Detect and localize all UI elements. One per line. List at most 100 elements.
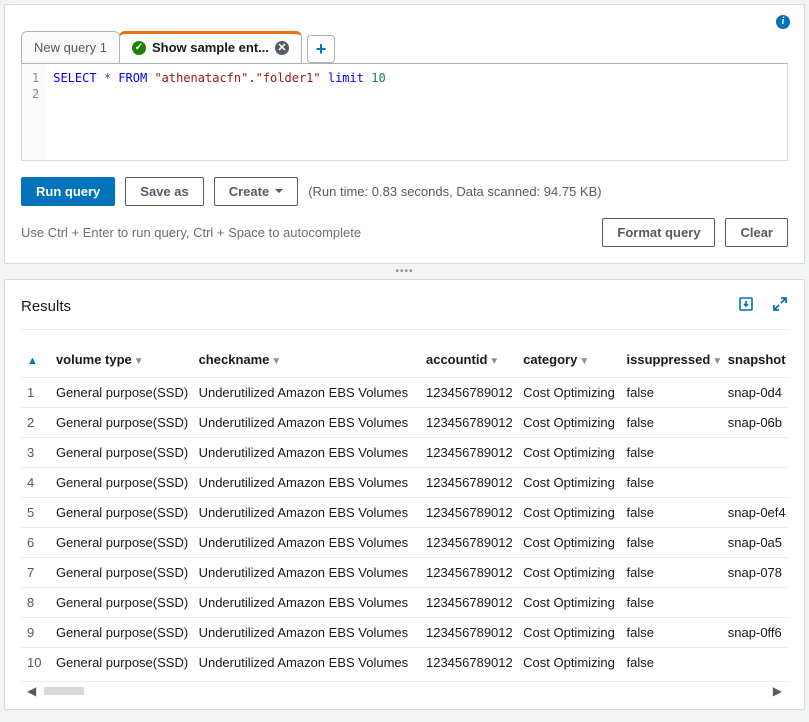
run-info-text: (Run time: 0.83 seconds, Data scanned: 9… [308,184,601,199]
cell-volume-type: General purpose(SSD) [50,378,193,408]
results-title: Results [21,298,71,315]
tab-label: Show sample ent... [152,40,269,55]
cell-accountid: 123456789012 [420,468,517,498]
clear-button[interactable]: Clear [725,218,788,247]
cell-volume-type: General purpose(SSD) [50,498,193,528]
cell-accountid: 123456789012 [420,378,517,408]
table-header-row: ▲ volume type▼ checkname▼ accountid▼ cat… [21,344,788,378]
cell-issuppressed: false [621,438,722,468]
panel-splitter[interactable]: •••• [4,264,805,279]
scroll-thumb[interactable] [44,687,84,695]
table-row[interactable]: 4General purpose(SSD)Underutilized Amazo… [21,468,788,498]
cell-checkname: Underutilized Amazon EBS Volumes [193,438,420,468]
cell-issuppressed: false [621,618,722,648]
cell-accountid: 123456789012 [420,528,517,558]
table-row[interactable]: 5General purpose(SSD)Underutilized Amazo… [21,498,788,528]
horizontal-scrollbar[interactable]: ◀ ▶ [21,681,788,699]
cell-snapshot [722,438,788,468]
cell-snapshot: snap-0d4 [722,378,788,408]
add-tab-button[interactable]: + [307,35,335,63]
cell-checkname: Underutilized Amazon EBS Volumes [193,468,420,498]
cell-snapshot [722,588,788,618]
cell-issuppressed: false [621,408,722,438]
row-number: 4 [21,468,50,498]
cell-issuppressed: false [621,528,722,558]
cell-accountid: 123456789012 [420,648,517,678]
cell-checkname: Underutilized Amazon EBS Volumes [193,528,420,558]
cell-category: Cost Optimizing [517,588,620,618]
scroll-left-icon[interactable]: ◀ [23,684,40,698]
check-icon: ✓ [132,41,146,55]
cell-issuppressed: false [621,498,722,528]
scroll-right-icon[interactable]: ▶ [769,684,786,698]
cell-volume-type: General purpose(SSD) [50,618,193,648]
row-number: 6 [21,528,50,558]
cell-category: Cost Optimizing [517,408,620,438]
cell-accountid: 123456789012 [420,408,517,438]
info-icon[interactable]: i [776,15,790,29]
row-number: 9 [21,618,50,648]
col-accountid[interactable]: accountid▼ [420,344,517,378]
sql-editor[interactable]: 1 2 SELECT * FROM "athenatacfn"."folder1… [21,63,788,161]
format-query-button[interactable]: Format query [602,218,715,247]
col-category[interactable]: category▼ [517,344,620,378]
query-tabs: New query 1 ✓ Show sample ent... ✕ + [21,31,788,63]
editor-actions: Run query Save as Create (Run time: 0.83… [21,177,788,206]
table-row[interactable]: 3General purpose(SSD)Underutilized Amazo… [21,438,788,468]
col-sort-indicator[interactable]: ▲ [21,344,50,378]
table-row[interactable]: 9General purpose(SSD)Underutilized Amazo… [21,618,788,648]
col-volume-type[interactable]: volume type▼ [50,344,193,378]
keyboard-hint: Use Ctrl + Enter to run query, Ctrl + Sp… [21,225,361,240]
col-checkname[interactable]: checkname▼ [193,344,420,378]
cell-snapshot: snap-0ff6 [722,618,788,648]
cell-snapshot [722,648,788,678]
create-button[interactable]: Create [214,177,298,206]
table-row[interactable]: 1General purpose(SSD)Underutilized Amazo… [21,378,788,408]
results-table: ▲ volume type▼ checkname▼ accountid▼ cat… [21,344,788,677]
col-snapshot[interactable]: snapshot [722,344,788,378]
cell-category: Cost Optimizing [517,528,620,558]
editor-gutter: 1 2 [22,64,45,160]
row-number: 10 [21,648,50,678]
table-row[interactable]: 7General purpose(SSD)Underutilized Amazo… [21,558,788,588]
cell-accountid: 123456789012 [420,438,517,468]
cell-checkname: Underutilized Amazon EBS Volumes [193,498,420,528]
cell-checkname: Underutilized Amazon EBS Volumes [193,408,420,438]
results-panel: Results ▲ volume type▼ checkname▼ accoun… [4,279,805,710]
row-number: 8 [21,588,50,618]
cell-snapshot: snap-06b [722,408,788,438]
cell-volume-type: General purpose(SSD) [50,558,193,588]
expand-icon[interactable] [772,296,788,317]
table-row[interactable]: 8General purpose(SSD)Underutilized Amazo… [21,588,788,618]
results-table-container: ▲ volume type▼ checkname▼ accountid▼ cat… [21,344,788,699]
save-as-button[interactable]: Save as [125,177,203,206]
table-row[interactable]: 6General purpose(SSD)Underutilized Amazo… [21,528,788,558]
cell-checkname: Underutilized Amazon EBS Volumes [193,558,420,588]
cell-category: Cost Optimizing [517,378,620,408]
row-number: 2 [21,408,50,438]
cell-category: Cost Optimizing [517,498,620,528]
tab-new-query-1[interactable]: New query 1 [21,31,120,63]
cell-category: Cost Optimizing [517,648,620,678]
query-editor-panel: i New query 1 ✓ Show sample ent... ✕ + 1… [4,4,805,264]
cell-category: Cost Optimizing [517,438,620,468]
cell-snapshot: snap-0a5 [722,528,788,558]
col-issuppressed[interactable]: issuppressed▼ [621,344,722,378]
cell-issuppressed: false [621,468,722,498]
table-row[interactable]: 2General purpose(SSD)Underutilized Amazo… [21,408,788,438]
close-icon[interactable]: ✕ [275,41,289,55]
tab-show-sample[interactable]: ✓ Show sample ent... ✕ [119,31,302,63]
cell-snapshot: snap-0ef4 [722,498,788,528]
run-query-button[interactable]: Run query [21,177,115,206]
cell-snapshot [722,468,788,498]
cell-volume-type: General purpose(SSD) [50,588,193,618]
download-icon[interactable] [738,296,754,317]
cell-volume-type: General purpose(SSD) [50,528,193,558]
cell-checkname: Underutilized Amazon EBS Volumes [193,618,420,648]
editor-code[interactable]: SELECT * FROM "athenatacfn"."folder1" li… [45,64,393,160]
cell-checkname: Underutilized Amazon EBS Volumes [193,378,420,408]
cell-accountid: 123456789012 [420,618,517,648]
cell-accountid: 123456789012 [420,558,517,588]
cell-checkname: Underutilized Amazon EBS Volumes [193,588,420,618]
table-row[interactable]: 10General purpose(SSD)Underutilized Amaz… [21,648,788,678]
